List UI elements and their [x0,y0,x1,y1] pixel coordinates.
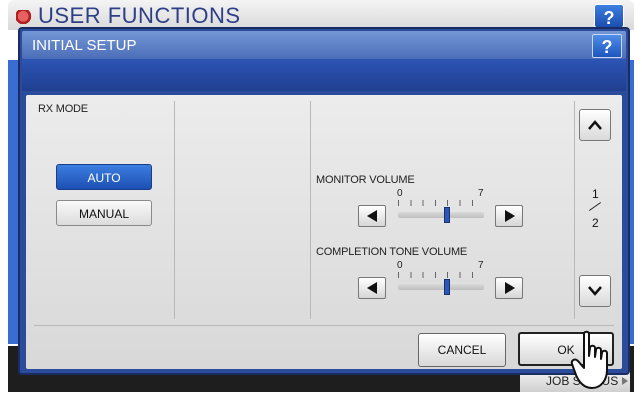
cancel-button[interactable]: CANCEL [418,333,506,367]
page-up-button[interactable] [579,109,611,141]
monitor-volume-min-label: 0 [397,188,403,199]
column-divider [310,101,311,319]
page-current: 1 [592,187,599,201]
page-total: 2 [592,216,599,230]
page-down-button[interactable] [579,275,611,307]
monitor-volume-decrease-button[interactable] [358,205,386,227]
dialog-title: INITIAL SETUP [32,37,137,54]
column-divider [174,101,175,319]
dialog-subheader [22,59,626,91]
rx-mode-auto-button[interactable]: AUTO [56,164,152,190]
monitor-volume-ticks [398,200,484,206]
background-title: USER FUNCTIONS [38,3,241,28]
completion-tone-volume-label: COMPLETION TONE VOLUME [316,246,468,258]
background-help-button[interactable]: ? [594,4,624,28]
arrow-right-icon [505,282,515,294]
dialog-titlebar: INITIAL SETUP ? [22,31,626,59]
arrow-left-icon [367,210,377,222]
arrow-left-icon [367,282,377,294]
initial-setup-dialog: INITIAL SETUP ? RX MODE AUTO MANUAL MONI… [18,27,630,375]
chevron-up-icon [588,120,602,130]
monitor-volume-max-label: 7 [478,188,484,199]
arrow-right-icon [505,210,515,222]
dialog-body: RX MODE AUTO MANUAL MONITOR VOLUME 0 7 C… [26,95,622,369]
completion-tone-volume-increase-button[interactable] [495,277,523,299]
completion-tone-volume-slider[interactable] [398,284,484,290]
chevron-down-icon [588,286,602,296]
app-logo-icon [16,10,34,24]
page-separator [588,202,602,211]
completion-tone-volume-min-label: 0 [397,260,403,271]
rx-mode-label: RX MODE [38,103,88,115]
monitor-volume-slider-knob[interactable] [444,207,451,223]
footer-divider [34,325,614,326]
dialog-help-button[interactable]: ? [592,34,622,58]
monitor-volume-increase-button[interactable] [495,205,523,227]
completion-tone-volume-decrease-button[interactable] [358,277,386,299]
monitor-volume-slider[interactable] [398,212,484,218]
completion-tone-volume-slider-knob[interactable] [444,279,451,295]
monitor-volume-label: MONITOR VOLUME [316,174,415,186]
hand-cursor-icon [570,330,608,389]
rx-mode-manual-button[interactable]: MANUAL [56,200,152,226]
completion-tone-volume-ticks [398,272,484,278]
completion-tone-volume-max-label: 7 [478,260,484,271]
column-divider [574,101,575,319]
